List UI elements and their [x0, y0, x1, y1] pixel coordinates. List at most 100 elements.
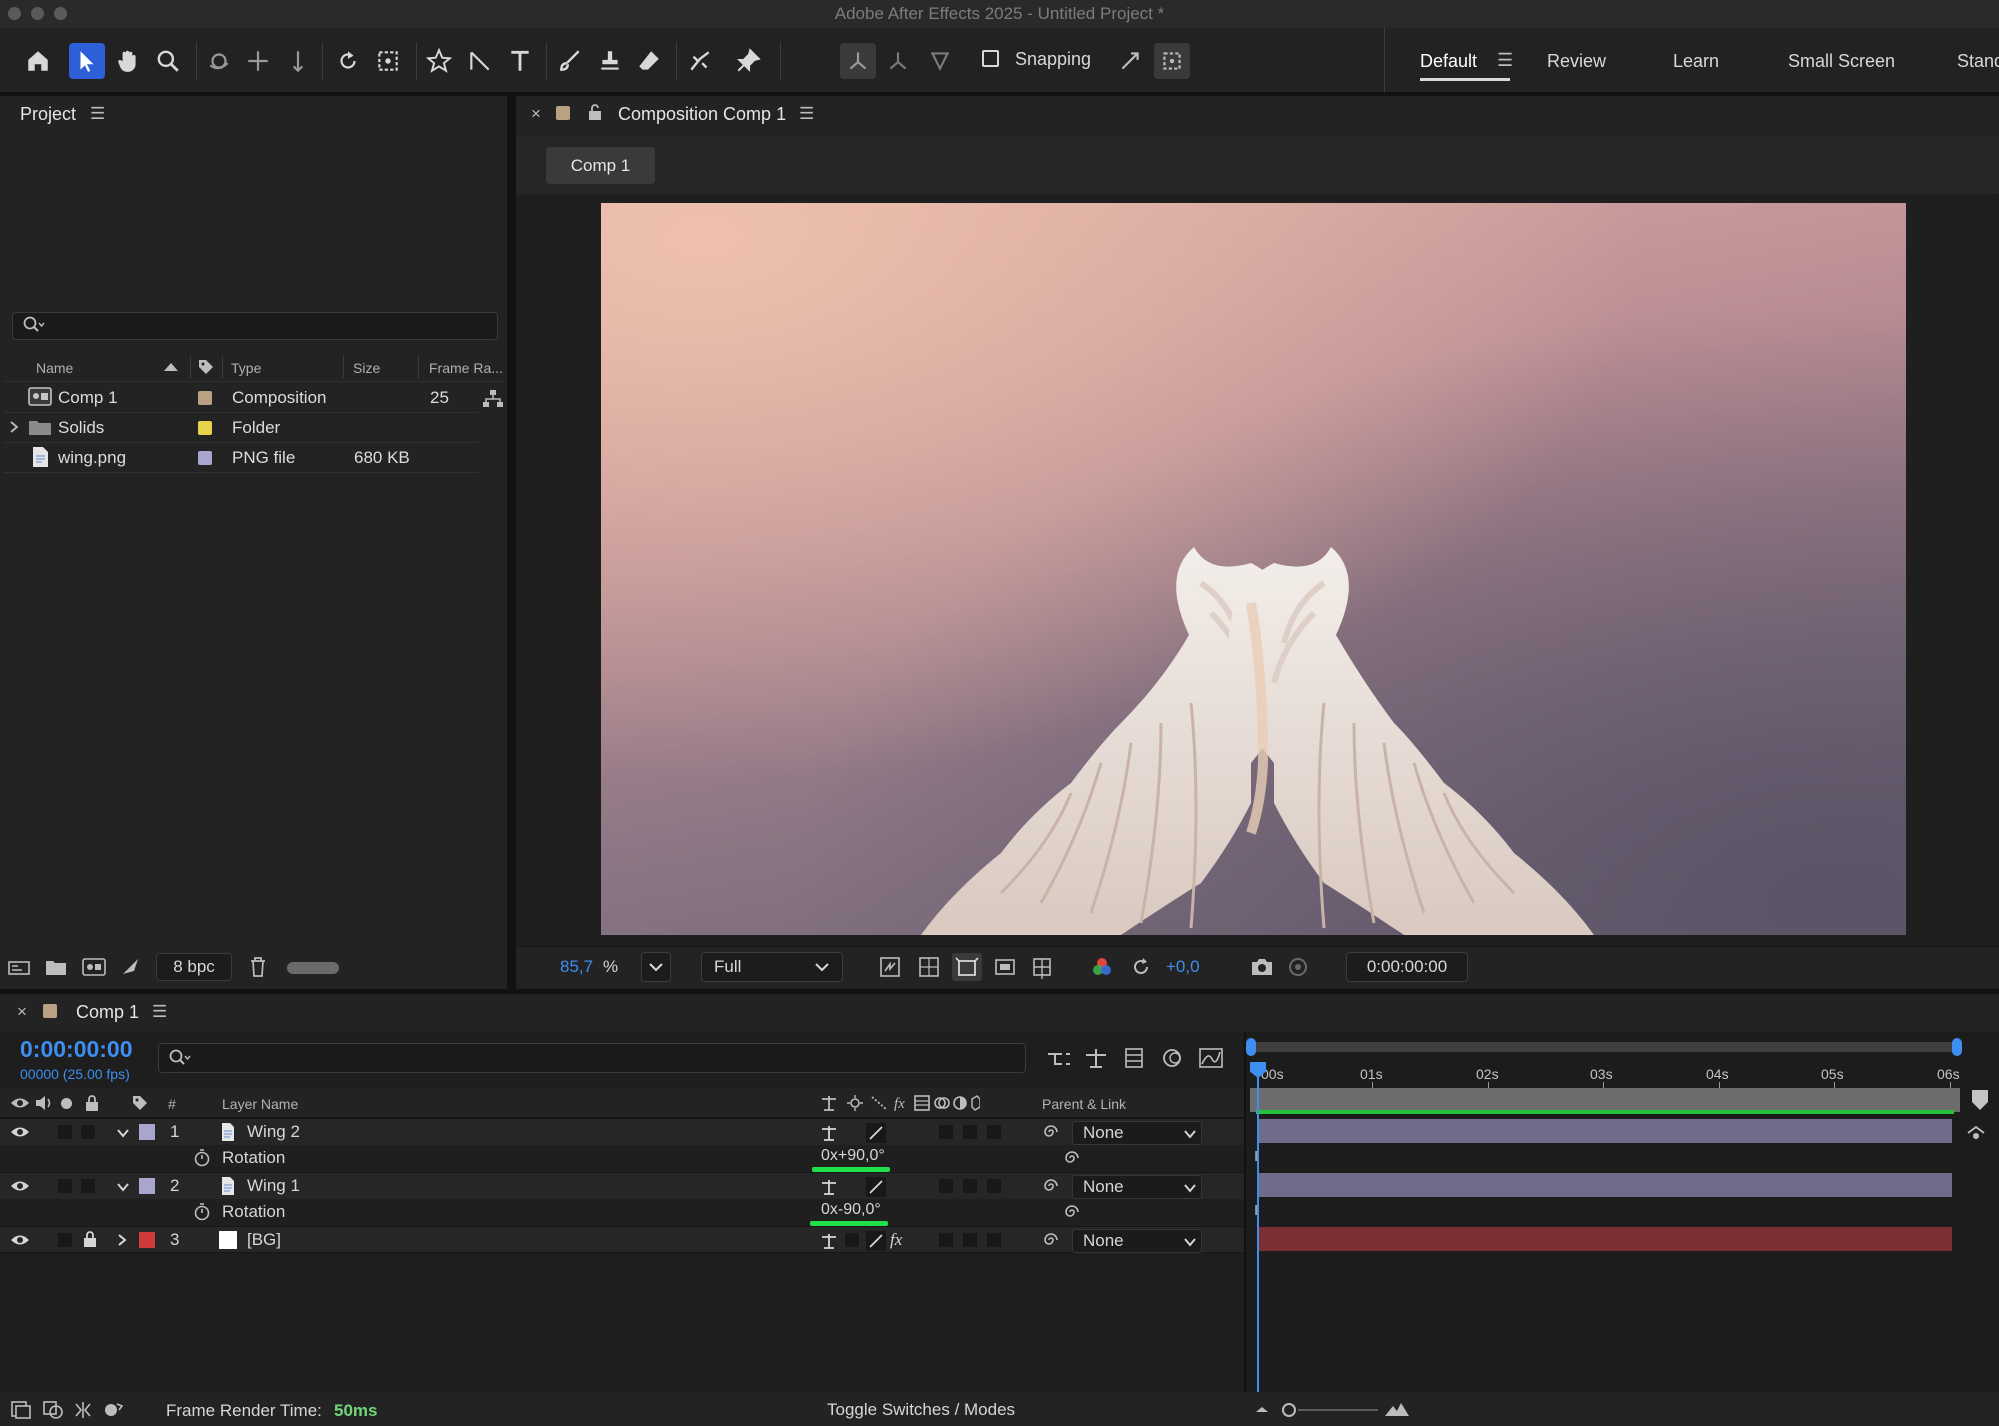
interpret-footage-icon[interactable] — [8, 958, 30, 978]
property-row[interactable]: Rotation 0x-90,0° — [0, 1199, 1244, 1226]
chevron-down-icon[interactable] — [116, 1180, 130, 1192]
zoom-tool-icon[interactable] — [150, 43, 186, 79]
quality-switch-icon[interactable] — [866, 1231, 886, 1251]
zoom-out-icon[interactable] — [1253, 1402, 1271, 1416]
column-layer-name[interactable]: Layer Name — [222, 1096, 298, 1112]
snapping-options-icon[interactable] — [1112, 43, 1148, 79]
render-time-toggle-icon[interactable] — [102, 1400, 124, 1420]
brush-tool-icon[interactable] — [552, 43, 588, 79]
composition-mini-flowchart-icon[interactable] — [1046, 1048, 1072, 1070]
snapping-checkbox[interactable] — [982, 50, 999, 67]
column-frame-rate[interactable]: Frame Ra... — [429, 360, 503, 376]
shy-switch-icon[interactable] — [820, 1178, 838, 1196]
comp-navigator-chip[interactable]: Comp 1 — [546, 147, 655, 184]
chevron-right-icon[interactable] — [116, 1233, 128, 1247]
workspace-standard[interactable]: Stand — [1957, 51, 1999, 72]
workspace-small-screen[interactable]: Small Screen — [1788, 51, 1895, 72]
motion-blur-switch[interactable] — [938, 1124, 954, 1140]
layer-name[interactable]: [BG] — [247, 1230, 281, 1250]
motion-blur-switch[interactable] — [938, 1178, 954, 1194]
pick-whip-icon[interactable] — [1042, 1231, 1060, 1249]
transfer-controls-toggle-icon[interactable] — [42, 1400, 64, 1420]
lock-icon[interactable] — [84, 1094, 100, 1112]
chevron-right-icon[interactable] — [8, 420, 20, 434]
workspace-menu-icon[interactable]: ☰ — [1497, 50, 1513, 71]
draft-3d-icon[interactable] — [1084, 1047, 1108, 1069]
graph-editor-icon[interactable] — [1198, 1047, 1224, 1069]
visibility-eye-icon[interactable] — [10, 1125, 30, 1139]
pick-whip-icon[interactable] — [1042, 1123, 1060, 1141]
zoom-slider-handle[interactable] — [1282, 1403, 1296, 1417]
clone-stamp-tool-icon[interactable] — [592, 43, 628, 79]
list-item[interactable]: Comp 1 Composition 25 — [4, 383, 503, 413]
layer-name[interactable]: Wing 2 — [247, 1122, 300, 1142]
puppet-pin-tool-icon[interactable] — [730, 43, 766, 79]
time-navigator-end-handle[interactable] — [1952, 1038, 1962, 1056]
layer-duration-bar[interactable] — [1258, 1227, 1952, 1251]
eraser-tool-icon[interactable] — [631, 43, 667, 79]
layer-switches-toggle-icon[interactable] — [10, 1400, 32, 1420]
list-item[interactable]: wing.png PNG file 680 KB — [4, 443, 478, 473]
layer-name[interactable]: Wing 1 — [247, 1176, 300, 1196]
solo-dot-icon[interactable] — [61, 1098, 72, 1109]
timeline-tab-title[interactable]: Comp 1 — [76, 1002, 139, 1023]
type-tool-icon[interactable] — [502, 43, 538, 79]
visibility-eye-icon[interactable] — [10, 1233, 30, 1247]
work-area-bar[interactable] — [1250, 1088, 1960, 1112]
lock-icon[interactable] — [587, 103, 603, 121]
layer-row[interactable]: 2 Wing 1 None — [0, 1172, 1244, 1199]
bit-depth-button[interactable]: 8 bpc — [156, 953, 232, 981]
column-name[interactable]: Name — [36, 360, 73, 376]
label-swatch[interactable] — [198, 421, 212, 435]
flowchart-icon[interactable] — [482, 389, 504, 409]
solo-switch[interactable] — [57, 1178, 73, 1194]
workspace-learn[interactable]: Learn — [1673, 51, 1719, 72]
snap-to-features-icon[interactable] — [1154, 43, 1190, 79]
channel-rgb-icon[interactable] — [1091, 956, 1113, 978]
close-icon[interactable]: × — [531, 104, 541, 124]
3d-layer-switch[interactable] — [986, 1124, 1002, 1140]
layer-row[interactable]: 1 Wing 2 None — [0, 1118, 1244, 1145]
chevron-down-icon[interactable] — [116, 1126, 130, 1138]
magnification-value[interactable]: 85,7 — [560, 957, 593, 977]
hand-tool-icon[interactable] — [110, 43, 146, 79]
project-panel-title[interactable]: Project — [20, 104, 76, 125]
reset-exposure-icon[interactable] — [1130, 956, 1152, 978]
shy-switch-icon[interactable] — [820, 1232, 838, 1250]
motion-blur-switch[interactable] — [938, 1232, 954, 1248]
timeline-search-input[interactable] — [158, 1043, 1026, 1073]
composition-canvas[interactable] — [601, 203, 1906, 935]
list-item[interactable]: Solids Folder — [4, 413, 478, 443]
label-swatch[interactable] — [198, 391, 212, 405]
orbit-camera-icon[interactable] — [201, 43, 237, 79]
label-swatch[interactable] — [198, 451, 212, 465]
toggle-switches-modes-button[interactable]: Toggle Switches / Modes — [827, 1400, 1015, 1420]
pen-tool-icon[interactable] — [462, 43, 498, 79]
label-tag-icon[interactable] — [131, 1094, 149, 1112]
stopwatch-icon[interactable] — [193, 1149, 211, 1167]
project-search-input[interactable] — [12, 312, 498, 340]
shy-switch-icon[interactable] — [820, 1124, 838, 1142]
adjustment-switch[interactable] — [962, 1124, 978, 1140]
3d-layer-switch[interactable] — [986, 1178, 1002, 1194]
workspace-default[interactable]: Default — [1420, 51, 1477, 72]
rotation-value[interactable]: 0x+90,0° — [821, 1147, 885, 1165]
label-tag-icon[interactable] — [197, 358, 215, 376]
panel-menu-icon[interactable]: ☰ — [90, 104, 105, 124]
column-type[interactable]: Type — [231, 360, 261, 376]
composition-tab-title[interactable]: Composition Comp 1 — [618, 104, 786, 125]
new-folder-icon[interactable] — [45, 958, 67, 978]
local-axis-mode-icon[interactable] — [840, 43, 876, 79]
layer-label-swatch[interactable] — [139, 1232, 155, 1248]
property-row[interactable]: Rotation 0x+90,0° — [0, 1145, 1244, 1172]
roto-brush-tool-icon[interactable] — [682, 43, 718, 79]
time-navigator-bar[interactable] — [1250, 1042, 1960, 1052]
zoom-slider-track[interactable] — [1298, 1409, 1378, 1411]
panel-menu-icon[interactable]: ☰ — [799, 104, 814, 124]
pick-whip-icon[interactable] — [1063, 1149, 1081, 1167]
keyframe-navigator-icon[interactable] — [1965, 1124, 1987, 1142]
current-timecode[interactable]: 0:00:00:00 — [20, 1036, 133, 1063]
layer-label-swatch[interactable] — [139, 1124, 155, 1140]
time-navigator-start-handle[interactable] — [1246, 1038, 1256, 1056]
effects-fx-icon[interactable]: fx — [890, 1230, 902, 1250]
